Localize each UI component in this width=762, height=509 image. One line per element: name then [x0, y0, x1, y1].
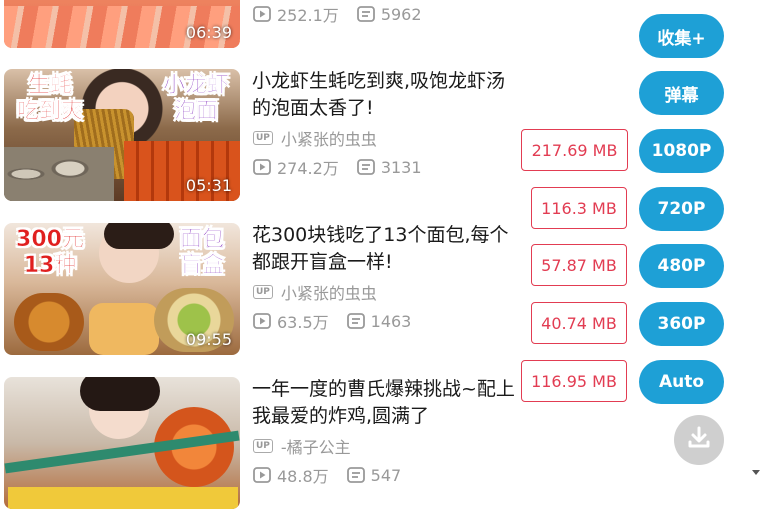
up-badge: UP — [253, 285, 273, 299]
thumb-caption-left: 生蚝 吃到爽 — [16, 73, 84, 125]
view-count: 63.5万 — [277, 313, 329, 332]
video-author: UP -橘子公主 — [253, 434, 351, 458]
video-stats: 274.2万 3131 — [253, 155, 422, 179]
thumb-caption-right: 小龙虾 泡面 — [162, 73, 230, 125]
thumb-caption-left: 300元 13种 — [16, 227, 84, 279]
quality-480p-button[interactable]: 480P — [639, 244, 724, 288]
video-thumbnail[interactable]: 06:39 — [4, 0, 240, 48]
quality-1080p-button[interactable]: 1080P — [639, 129, 724, 173]
size-option-360p[interactable]: 40.74 MB — [531, 302, 627, 344]
author-name[interactable]: 小紧张的虫虫 — [281, 126, 377, 150]
video-thumbnail[interactable]: 生蚝 吃到爽 小龙虾 泡面 05:31 — [4, 69, 240, 201]
quality-720p-button[interactable]: 720P — [639, 187, 724, 231]
video-thumbnail[interactable]: 300元 13种 面包 盲盒 09:55 — [4, 223, 240, 355]
view-count: 48.8万 — [277, 467, 329, 486]
video-duration: 09:55 — [185, 330, 232, 349]
danmaku-count-icon — [356, 6, 375, 22]
danmaku-count: 3131 — [380, 157, 422, 177]
favorite-button[interactable]: 收集+ — [639, 14, 724, 58]
video-thumbnail[interactable] — [4, 377, 240, 509]
video-title[interactable]: 一年一度的曹氏爆辣挑战~配上我最爱的炸鸡,圆满了 — [252, 376, 522, 430]
video-title[interactable]: 花300块钱吃了13个面包,每个都跟开盲盒一样! — [252, 222, 522, 276]
danmaku-count-icon — [346, 313, 365, 329]
play-count-icon — [253, 467, 271, 483]
play-count-icon — [253, 159, 271, 175]
download-icon — [686, 425, 712, 455]
size-option-480p[interactable]: 57.87 MB — [531, 244, 627, 286]
video-stats: 48.8万 547 — [253, 463, 401, 487]
quality-360p-button[interactable]: 360P — [639, 302, 724, 346]
size-option-720p[interactable]: 116.3 MB — [531, 187, 627, 229]
up-badge: UP — [253, 439, 273, 453]
video-duration: 05:31 — [185, 176, 232, 195]
danmaku-button[interactable]: 弹幕 — [639, 71, 724, 115]
video-duration: 06:39 — [185, 23, 232, 42]
author-name[interactable]: -橘子公主 — [281, 434, 351, 458]
download-button[interactable] — [674, 415, 724, 465]
danmaku-count-icon — [356, 159, 375, 175]
author-name[interactable]: 小紧张的虫虫 — [281, 280, 377, 304]
size-option-1080p[interactable]: 217.69 MB — [521, 129, 628, 171]
danmaku-count: 1463 — [370, 311, 412, 331]
video-stats: 63.5万 1463 — [253, 309, 411, 333]
danmaku-count: 5962 — [380, 4, 422, 24]
size-option-auto[interactable]: 116.95 MB — [521, 360, 627, 402]
scroll-down-arrow[interactable] — [752, 470, 760, 475]
play-count-icon — [253, 6, 271, 22]
view-count: 274.2万 — [277, 159, 339, 178]
danmaku-count-icon — [346, 467, 365, 483]
video-stats: 252.1万 5962 — [253, 2, 422, 26]
play-count-icon — [253, 313, 271, 329]
video-author: UP 小紧张的虫虫 — [253, 280, 377, 304]
danmaku-count: 547 — [370, 465, 402, 485]
thumb-caption-right: 面包 盲盒 — [179, 227, 225, 279]
video-author: UP 小紧张的虫虫 — [253, 126, 377, 150]
thumbnail-image — [4, 377, 240, 509]
quality-auto-button[interactable]: Auto — [639, 360, 724, 404]
up-badge: UP — [253, 131, 273, 145]
view-count: 252.1万 — [277, 6, 339, 25]
video-title[interactable]: 小龙虾生蚝吃到爽,吸饱龙虾汤的泡面太香了! — [252, 68, 522, 122]
